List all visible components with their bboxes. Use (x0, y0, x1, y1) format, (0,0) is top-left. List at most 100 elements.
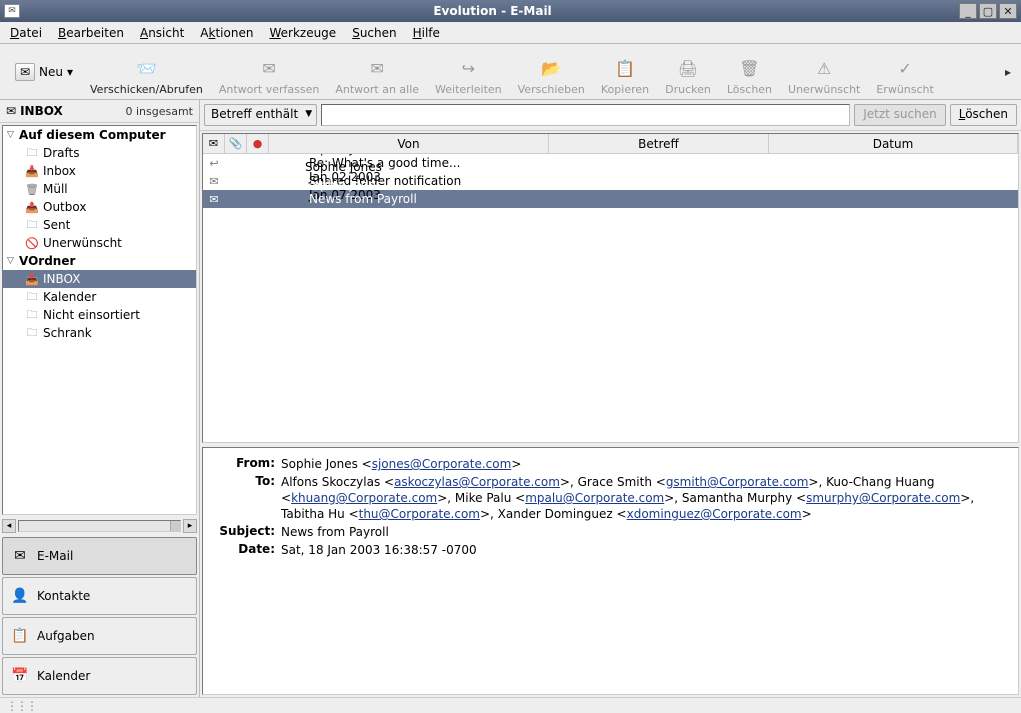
recipient-email-link[interactable]: smurphy@Corporate.com (806, 491, 960, 505)
tree-item-müll[interactable]: 🗑Müll (3, 180, 196, 198)
menu-werkzeuge[interactable]: Werkzeuge (263, 24, 342, 42)
subject-value: News from Payroll (281, 524, 1006, 540)
folder-tree[interactable]: ▽Auf diesem Computer🗀Drafts📥Inbox🗑Müll📤O… (2, 125, 197, 515)
col-flag-icon[interactable]: ● (247, 134, 269, 153)
section-aufgaben[interactable]: 📋Aufgaben (2, 617, 197, 655)
tree-expander-icon: ▽ (7, 130, 17, 140)
col-subject[interactable]: Betreff (549, 134, 769, 153)
section-kontakte[interactable]: 👤Kontakte (2, 577, 197, 615)
calendar-icon: 📅 (11, 667, 29, 685)
toolbtn-icon: 📂 (539, 57, 563, 81)
message-list[interactable]: ✉ 📎 ● Von Betreff Datum ↩Sophie Jones Re… (202, 133, 1019, 443)
tree-item-outbox[interactable]: 📤Outbox (3, 198, 196, 216)
toolbtn-icon: ✓ (893, 57, 917, 81)
date-label: Date: (215, 542, 275, 558)
tree-item-drafts[interactable]: 🗀Drafts (3, 144, 196, 162)
menu-hilfe[interactable]: Hilfe (407, 24, 446, 42)
toolbtn-verschicken-abrufen[interactable]: 📨Verschicken/Abrufen (82, 46, 211, 98)
recipient-email-link[interactable]: khuang@Corporate.com (291, 491, 437, 505)
tree-expander-icon: ▽ (7, 256, 17, 266)
new-button[interactable]: ✉ Neu ▾ (6, 60, 82, 84)
tree-item-inbox[interactable]: 📥Inbox (3, 162, 196, 180)
toolbar-overflow-icon[interactable]: ▸ (1001, 65, 1015, 79)
tree-item-unerwünscht[interactable]: 🚫Unerwünscht (3, 234, 196, 252)
msg-status-icon: ✉ (203, 193, 225, 206)
scroll-left-icon[interactable]: ◂ (2, 519, 16, 533)
toolbtn-icon: 🖨 (676, 57, 700, 81)
tree-group[interactable]: ▽VOrdner (3, 252, 196, 270)
menu-datei[interactable]: Datei (4, 24, 48, 42)
recipient-email-link[interactable]: mpalu@Corporate.com (525, 491, 664, 505)
recipient-email-link[interactable]: xdominguez@Corporate.com (627, 507, 802, 521)
sidebar: ✉INBOX 0 insgesamt ▽Auf diesem Computer🗀… (0, 100, 200, 697)
tree-item-kalender[interactable]: 🗀Kalender (3, 288, 196, 306)
new-label: Neu (39, 65, 63, 79)
recipient-email-link[interactable]: askoczylas@Corporate.com (394, 475, 560, 489)
msg-date: Jan 18 2003 (305, 206, 545, 220)
col-attach-icon[interactable]: 📎 (225, 134, 247, 153)
preview-pane: From: Sophie Jones <sjones@Corporate.com… (202, 447, 1019, 695)
folder-icon: 🗀 (25, 219, 39, 231)
col-mail-icon[interactable]: ✉ (203, 134, 225, 153)
toolbtn-verschieben: 📂Verschieben (510, 46, 593, 98)
toolbar: ✉ Neu ▾ 📨Verschicken/Abrufen✉Antwort ver… (0, 44, 1021, 100)
from-email-link[interactable]: sjones@Corporate.com (372, 457, 512, 471)
new-icon: ✉ (15, 63, 35, 81)
tree-group[interactable]: ▽Auf diesem Computer (3, 126, 196, 144)
envelope-icon: ✉ (6, 104, 16, 118)
toolbtn-icon: ↪ (456, 57, 480, 81)
trash-icon: 🗑 (25, 183, 39, 195)
section-buttons: ✉E-Mail👤Kontakte📋Aufgaben📅Kalender (0, 535, 199, 697)
section-e-mail[interactable]: ✉E-Mail (2, 537, 197, 575)
search-clear-button[interactable]: Löschen (950, 104, 1017, 126)
toolbtn-icon: 🗑 (737, 57, 761, 81)
mail-icon: ✉ (11, 547, 29, 565)
menu-ansicht[interactable]: Ansicht (134, 24, 190, 42)
recipient-email-link[interactable]: thu@Corporate.com (359, 507, 480, 521)
folder-icon: 🗀 (25, 309, 39, 321)
tree-item-sent[interactable]: 🗀Sent (3, 216, 196, 234)
msg-status-icon: ↩ (203, 157, 225, 170)
date-value: Sat, 18 Jan 2003 16:38:57 -0700 (281, 542, 1006, 558)
menu-aktionen[interactable]: Aktionen (194, 24, 259, 42)
app-icon: ✉ (4, 4, 20, 18)
inbox-icon: 📥 (25, 273, 39, 285)
section-kalender[interactable]: 📅Kalender (2, 657, 197, 695)
from-value: Sophie Jones <sjones@Corporate.com> (281, 456, 1006, 472)
to-value: Alfons Skoczylas <askoczylas@Corporate.c… (281, 474, 1006, 522)
search-input[interactable] (321, 104, 850, 126)
recipient-email-link[interactable]: gsmith@Corporate.com (666, 475, 809, 489)
toolbtn-antwort-verfassen: ✉Antwort verfassen (211, 46, 327, 98)
tree-item-schrank[interactable]: 🗀Schrank (3, 324, 196, 342)
message-row[interactable]: ✉Sophie Jones News from PayrollJan 18 20… (203, 190, 1018, 208)
chevron-down-icon: ▼ (305, 109, 312, 119)
minimize-button[interactable]: _ (959, 3, 977, 19)
msg-subject: News from Payroll (305, 192, 545, 206)
maximize-button[interactable]: ▢ (979, 3, 997, 19)
junk-icon: 🚫 (25, 237, 39, 249)
search-bar: Betreff enthält ▼ Jetzt suchen Löschen (200, 100, 1021, 131)
toolbtn-icon: 📨 (134, 57, 158, 81)
tree-item-nicht-einsortiert[interactable]: 🗀Nicht einsortiert (3, 306, 196, 324)
folder-icon: 🗀 (25, 147, 39, 159)
search-filter-label: Betreff enthält (211, 107, 298, 121)
tree-item-inbox[interactable]: 📥INBOX (3, 270, 196, 288)
dropdown-arrow-icon: ▾ (67, 65, 73, 79)
search-go-button[interactable]: Jetzt suchen (854, 104, 946, 126)
menu-suchen[interactable]: Suchen (346, 24, 402, 42)
toolbtn-icon: ✉ (257, 57, 281, 81)
current-folder-name: INBOX (20, 104, 63, 118)
column-headers: ✉ 📎 ● Von Betreff Datum (203, 134, 1018, 154)
toolbtn-erw-nscht: ✓Erwünscht (868, 46, 941, 98)
scroll-right-icon[interactable]: ▸ (183, 519, 197, 533)
from-label: From: (215, 456, 275, 472)
close-button[interactable]: ✕ (999, 3, 1017, 19)
sidebar-scrollbar[interactable]: ◂ ▸ (2, 519, 197, 533)
col-date[interactable]: Datum (769, 134, 1018, 153)
titlebar: ✉ Evolution - E-Mail _ ▢ ✕ (0, 0, 1021, 22)
folder-icon: 🗀 (25, 327, 39, 339)
toolbtn-kopieren: 📋Kopieren (593, 46, 657, 98)
menu-bearbeiten[interactable]: Bearbeiten (52, 24, 130, 42)
search-filter-dropdown[interactable]: Betreff enthält ▼ (204, 104, 317, 126)
col-from[interactable]: Von (269, 134, 549, 153)
